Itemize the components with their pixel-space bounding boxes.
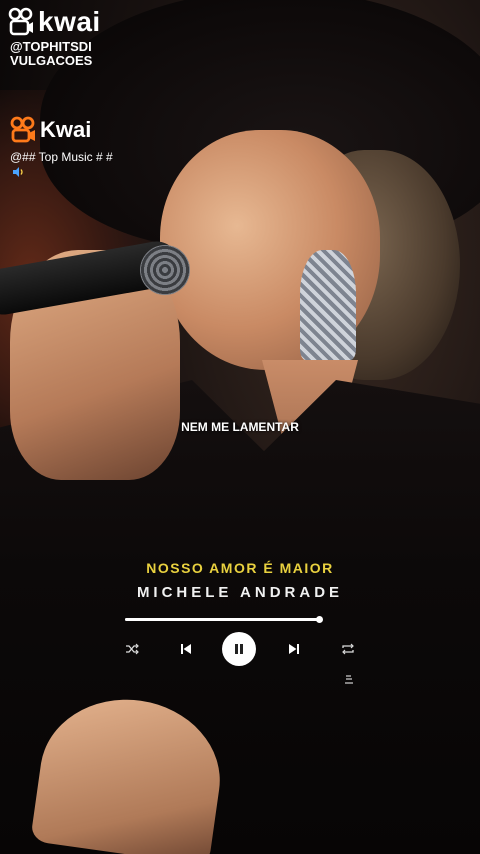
kwai-logo-icon xyxy=(10,116,35,143)
account-name: @## Top Music # # xyxy=(10,150,113,164)
lyric-line: NEM ME LAMENTAR xyxy=(181,420,299,434)
handle-line-2: VULGACOES xyxy=(10,53,93,68)
playback-controls xyxy=(120,632,360,666)
progress-bar[interactable] xyxy=(125,616,324,623)
pause-button[interactable] xyxy=(222,632,256,666)
kwai-overlay: Kwai xyxy=(10,116,91,144)
progress-fill xyxy=(125,618,321,621)
song-title: NOSSO AMOR É MAIOR xyxy=(146,560,334,576)
kwai-watermark: kwai xyxy=(8,6,101,38)
pause-icon xyxy=(235,644,243,654)
kwai-logo-icon xyxy=(8,7,33,36)
lyrics-icon[interactable] xyxy=(343,674,355,686)
creator-handle: @TOPHITSDI VULGACOES xyxy=(10,40,120,68)
microphone-head xyxy=(140,245,190,295)
repeat-icon xyxy=(342,643,354,655)
artist-name: MICHELE ANDRADE xyxy=(136,584,344,601)
previous-button[interactable] xyxy=(174,632,198,666)
shuffle-button[interactable] xyxy=(120,632,144,666)
kwai-overlay-brand: Kwai xyxy=(40,117,92,142)
previous-icon xyxy=(181,644,191,654)
speaker-icon[interactable] xyxy=(12,166,24,178)
next-button[interactable] xyxy=(282,632,306,666)
repeat-button[interactable] xyxy=(336,632,360,666)
next-icon xyxy=(289,644,299,654)
kwai-brand-text: kwai xyxy=(38,6,101,37)
shuffle-icon xyxy=(126,643,139,655)
video-frame[interactable]: kwai @TOPHITSDI VULGACOES Kwai @## Top M… xyxy=(0,0,480,854)
handle-line-1: @TOPHITSDI xyxy=(10,39,92,54)
progress-knob[interactable] xyxy=(316,616,324,623)
singer-earring xyxy=(300,250,356,360)
